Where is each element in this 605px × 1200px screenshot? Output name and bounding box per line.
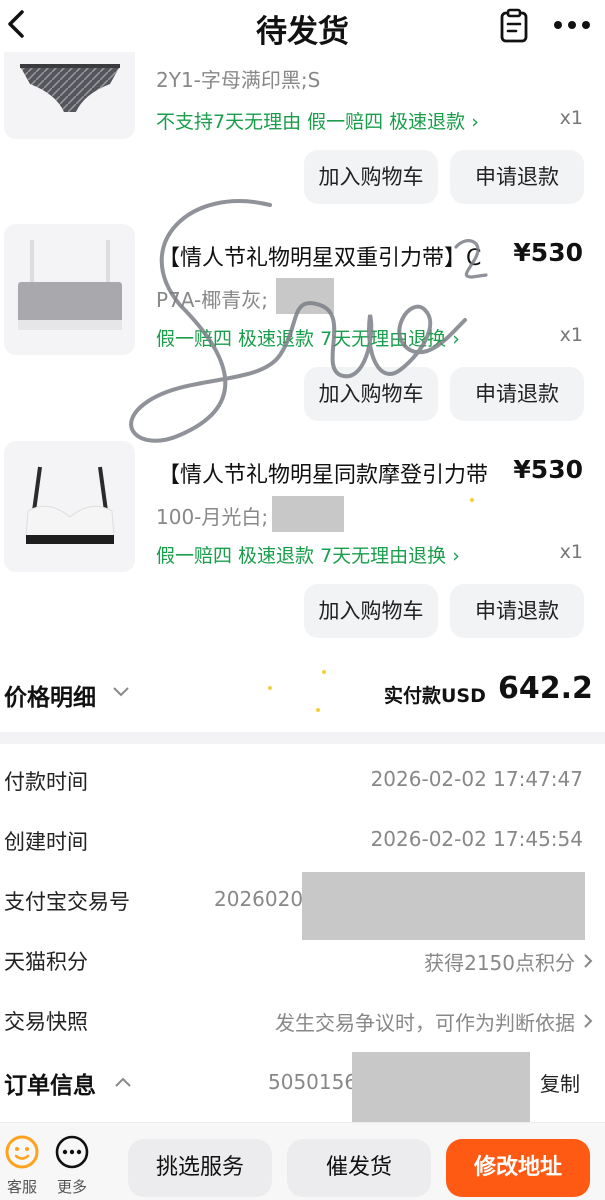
more-dots-icon[interactable] — [552, 18, 592, 32]
tmall-points-label: 天猫积分 — [4, 950, 88, 974]
request-refund-button[interactable]: 申请退款 — [450, 150, 584, 204]
customer-service-icon — [5, 1135, 39, 1169]
paid-amount: 642.2 — [498, 671, 593, 706]
product-item: 【情人节礼物明星同款摩登引力带 ¥530 100-月光白; 假一赔四 极速退款 … — [0, 441, 605, 641]
product-thumbnail[interactable] — [4, 224, 135, 355]
price-detail-label: 价格明细 — [4, 685, 96, 711]
chevron-down-icon — [113, 687, 129, 697]
product-quantity: x1 — [559, 541, 583, 563]
chevron-right-icon — [584, 1014, 593, 1028]
confetti-dot — [316, 708, 320, 712]
redaction-block — [272, 496, 344, 532]
redaction-block — [352, 1052, 530, 1126]
product-price: ¥530 — [513, 238, 583, 267]
chevron-up-icon[interactable] — [112, 1072, 134, 1092]
create-time-label: 创建时间 — [4, 830, 88, 854]
price-detail-row[interactable]: 价格明细 实付款USD 642.2 — [0, 666, 605, 722]
request-refund-button[interactable]: 申请退款 — [450, 584, 584, 638]
alipay-trade-label: 支付宝交易号 — [4, 890, 130, 914]
alipay-trade-number: 2026020 — [214, 887, 304, 911]
add-to-cart-button[interactable]: 加入购物车 — [304, 150, 438, 204]
create-time-row: 创建时间 2026-02-02 17:45:54 — [0, 812, 605, 868]
product-service-tags[interactable]: 假一赔四 极速退款 7天无理由退换 › — [156, 324, 460, 351]
more-label: 更多 — [56, 1178, 87, 1196]
modify-address-button[interactable]: 修改地址 — [446, 1139, 590, 1197]
bottom-action-bar: 客服 更多 挑选服务 催发货 修改地址 — [0, 1122, 605, 1200]
paid-amount-label: 实付款USD — [384, 685, 486, 707]
product-thumbnail[interactable] — [4, 441, 135, 572]
add-to-cart-button[interactable]: 加入购物车 — [304, 584, 438, 638]
product-name[interactable]: 【情人节礼物明星同款摩登引力带 — [158, 457, 508, 489]
tmall-points-row[interactable]: 天猫积分 获得2150点积分 — [0, 932, 605, 988]
product-quantity: x1 — [559, 324, 583, 346]
product-service-tags[interactable]: 假一赔四 极速退款 7天无理由退换 › — [156, 541, 460, 568]
confetti-dot — [268, 686, 272, 690]
select-service-button[interactable]: 挑选服务 — [128, 1139, 272, 1197]
confetti-dot — [322, 670, 326, 674]
redaction-block — [276, 278, 334, 314]
create-time-value: 2026-02-02 17:45:54 — [370, 827, 583, 851]
bralette-white-image — [25, 466, 115, 544]
customer-service-button[interactable]: 客服 — [0, 1135, 44, 1197]
more-button[interactable]: 更多 — [50, 1135, 94, 1197]
more-circle-icon — [55, 1135, 89, 1169]
payment-time-value: 2026-02-02 17:47:47 — [370, 767, 583, 791]
confetti-dot — [470, 498, 474, 502]
product-sku: P7A-椰青灰; — [156, 288, 268, 312]
payment-time-label: 付款时间 — [4, 770, 88, 794]
trade-snapshot-value: 发生交易争议时，可作为判断依据 — [275, 1011, 575, 1035]
request-refund-button[interactable]: 申请退款 — [450, 367, 584, 421]
clipboard-icon[interactable] — [498, 8, 530, 44]
redaction-block — [302, 872, 585, 940]
tmall-points-value: 获得2150点积分 — [424, 951, 575, 975]
product-item: 【情人节礼物明星双重引力带】C ¥530 P7A-椰青灰; 假一赔四 极速退款 … — [0, 224, 605, 424]
add-to-cart-button[interactable]: 加入购物车 — [304, 367, 438, 421]
header-bar: 待发货 — [0, 0, 605, 52]
product-service-tags[interactable]: 不支持7天无理由 假一赔四 极速退款 › — [156, 107, 479, 134]
product-sku: 2Y1-字母满印黑;S — [156, 68, 321, 92]
copy-order-button[interactable]: 复制 — [540, 1068, 580, 1097]
payment-time-row: 付款时间 2026-02-02 17:47:47 — [0, 752, 605, 808]
urge-shipment-button[interactable]: 催发货 — [287, 1139, 431, 1197]
section-divider — [0, 732, 605, 744]
order-info-label[interactable]: 订单信息 — [4, 1066, 96, 1100]
product-quantity: x1 — [559, 107, 583, 129]
product-name[interactable]: 【情人节礼物明星双重引力带】C — [158, 240, 508, 272]
product-sku: 100-月光白; — [156, 505, 269, 529]
trade-snapshot-row[interactable]: 交易快照 发生交易争议时，可作为判断依据 — [0, 992, 605, 1048]
trade-snapshot-label: 交易快照 — [4, 1010, 88, 1034]
order-number: 5050156 — [268, 1070, 358, 1094]
chevron-right-icon — [584, 954, 593, 968]
customer-service-label: 客服 — [6, 1178, 37, 1196]
product-price: ¥530 — [513, 455, 583, 484]
bralette-grey-image — [18, 240, 122, 330]
